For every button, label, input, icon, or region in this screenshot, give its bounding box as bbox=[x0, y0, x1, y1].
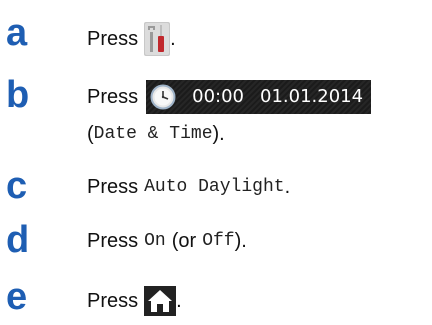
menu-date-time: Date & Time bbox=[93, 124, 213, 144]
or-close: ). bbox=[234, 230, 247, 252]
date-readout: 01.01.2014 bbox=[260, 86, 364, 107]
step-a: a Press . bbox=[0, 12, 432, 56]
press-label: Press bbox=[87, 230, 139, 252]
press-label: Press bbox=[87, 86, 139, 108]
step-e: e Press . bbox=[0, 278, 432, 318]
press-label: Press bbox=[87, 176, 139, 198]
step-c-text: Press Auto Daylight . bbox=[87, 175, 290, 199]
step-a-suffix: . bbox=[170, 28, 176, 50]
step-letter-b: b bbox=[6, 74, 30, 116]
home-icon[interactable] bbox=[144, 286, 177, 316]
step-d-text: Press On (or Off ). bbox=[87, 229, 247, 253]
clock-icon bbox=[150, 84, 176, 110]
option-off: Off bbox=[202, 231, 235, 251]
date-time-button[interactable]: 00:00 01.01.2014 bbox=[146, 80, 372, 114]
option-on: On bbox=[144, 231, 166, 251]
time-readout: 00:00 bbox=[192, 86, 244, 107]
close-paren: ). bbox=[212, 123, 225, 145]
step-e-text: Press . bbox=[87, 286, 182, 316]
step-b-menu-line: ( Date & Time ). bbox=[87, 122, 225, 146]
step-b-text: Press 00:00 01.01.2014 bbox=[87, 80, 372, 114]
press-label: Press bbox=[87, 290, 139, 312]
open-paren: ( bbox=[87, 123, 94, 145]
step-letter-c: c bbox=[6, 165, 28, 207]
menu-auto-daylight: Auto Daylight bbox=[144, 177, 285, 197]
step-b: b Press 00:00 01.01.2014 ( Date & Time )… bbox=[0, 76, 432, 156]
step-c-suffix: . bbox=[284, 176, 291, 198]
step-c: c Press Auto Daylight . bbox=[0, 167, 432, 207]
press-label: Press bbox=[87, 28, 139, 50]
step-letter-d: d bbox=[6, 219, 30, 261]
step-letter-a: a bbox=[6, 12, 28, 54]
step-a-text: Press . bbox=[87, 22, 176, 56]
tools-settings-icon[interactable] bbox=[144, 22, 171, 56]
or-open: (or bbox=[171, 230, 197, 252]
step-d: d Press On (or Off ). bbox=[0, 221, 432, 261]
step-e-suffix: . bbox=[176, 290, 182, 312]
step-letter-e: e bbox=[6, 276, 28, 318]
